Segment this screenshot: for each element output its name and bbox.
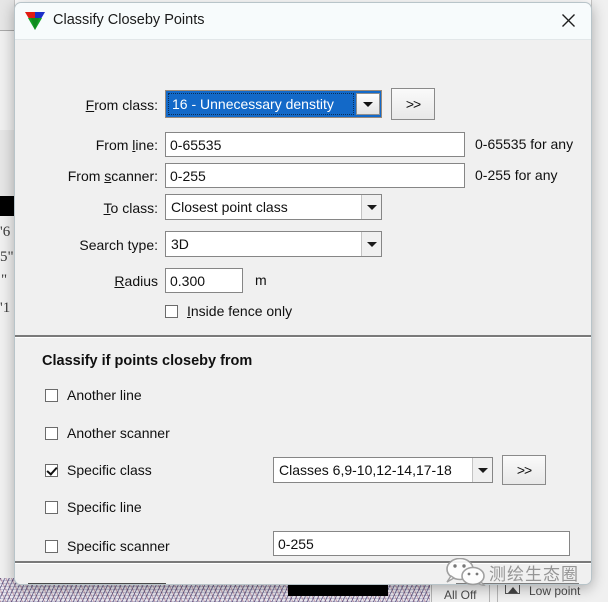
checkbox-box <box>45 539 58 553</box>
another-scanner-label: Another scanner <box>67 425 170 441</box>
from-class-combo[interactable]: 16 - Unnecessary denstity <box>165 90 382 118</box>
specific-line-checkbox[interactable]: Specific line <box>45 499 142 515</box>
inside-fence-only-checkbox[interactable]: Inside fence only <box>165 303 292 319</box>
specific-class-combo[interactable]: Classes 6,9-10,12-14,17-18 <box>273 457 493 483</box>
search-type-value: 3D <box>171 236 189 252</box>
background-dark-chip <box>0 196 14 216</box>
specific-class-checkbox[interactable]: Specific class <box>45 462 152 478</box>
checkbox-box <box>45 426 58 440</box>
terrasolid-triangle-icon <box>24 11 46 31</box>
background-right-panel <box>591 0 608 578</box>
from-line-input[interactable]: 0-65535 <box>165 132 465 157</box>
another-scanner-checkbox[interactable]: Another scanner <box>45 425 170 441</box>
chevron-down-icon[interactable] <box>472 458 492 482</box>
dialog-body: From class: 16 - Unnecessary denstity >>… <box>15 40 591 584</box>
specific-scanner-input[interactable]: 0-255 <box>273 531 570 556</box>
chevron-down-icon[interactable] <box>361 232 381 256</box>
another-line-checkbox[interactable]: Another line <box>45 387 142 403</box>
ok-button[interactable]: OK <box>28 583 166 584</box>
specific-scanner-checkbox[interactable]: Specific scanner <box>45 538 170 554</box>
background-text-fragment: " <box>1 272 8 288</box>
from-class-value: 16 - Unnecessary denstity <box>167 92 355 116</box>
specific-class-expand-button[interactable]: >> <box>502 455 546 485</box>
background-left-tile <box>0 174 14 197</box>
background-text-fragment: '1 <box>0 300 11 316</box>
background-left-panel <box>0 0 15 578</box>
classify-closeby-points-dialog: Classify Closeby Points From class: 16 -… <box>14 2 592 585</box>
cancel-button[interactable]: Cancel <box>456 583 579 584</box>
checkbox-box <box>165 304 178 318</box>
close-icon[interactable] <box>545 3 591 38</box>
specific-class-label: Specific class <box>67 462 152 478</box>
to-class-combo[interactable]: Closest point class <box>165 194 382 220</box>
checkbox-box <box>45 388 58 402</box>
chevron-down-icon[interactable] <box>356 93 380 115</box>
background-left-tile <box>0 152 14 175</box>
inside-fence-only-label: Inside fence only <box>187 303 293 319</box>
chevron-down-icon[interactable] <box>361 195 381 219</box>
background-left-tile <box>0 0 14 31</box>
another-line-label: Another line <box>67 387 142 403</box>
dialog-title: Classify Closeby Points <box>53 12 205 28</box>
radius-input[interactable]: 0.300 <box>165 268 243 293</box>
to-class-label: To class: <box>103 200 158 216</box>
search-type-label: Search type: <box>79 237 158 253</box>
background-text-fragment: '6 <box>0 224 11 240</box>
closeby-section-heading: Classify if points closeby from <box>42 353 253 369</box>
section-separator-highlight <box>15 337 591 338</box>
radius-label: Radius <box>114 273 158 289</box>
to-class-value: Closest point class <box>171 199 288 215</box>
from-scanner-label: From scanner: <box>67 168 158 184</box>
specific-scanner-label: Specific scanner <box>67 538 170 554</box>
footer-separator-highlight <box>15 563 591 564</box>
from-scanner-hint: 0-255 for any <box>475 167 558 183</box>
from-class-label: From class: <box>85 97 158 113</box>
from-scanner-input[interactable]: 0-255 <box>165 163 465 188</box>
all-off-button[interactable]: All Off <box>444 588 476 602</box>
checkbox-box <box>45 500 58 514</box>
background-left-tile <box>0 130 14 153</box>
checkbox-box <box>45 463 58 477</box>
dialog-titlebar[interactable]: Classify Closeby Points <box>15 3 591 40</box>
specific-class-value: Classes 6,9-10,12-14,17-18 <box>279 462 452 478</box>
radius-unit-label: m <box>255 272 267 288</box>
low-point-button[interactable]: Low point <box>529 584 580 598</box>
from-line-hint: 0-65535 for any <box>475 136 574 152</box>
search-type-combo[interactable]: 3D <box>165 231 382 257</box>
from-class-expand-button[interactable]: >> <box>391 88 435 120</box>
from-line-label: From line: <box>95 137 158 153</box>
background-text-fragment: 5" <box>0 249 14 265</box>
specific-line-label: Specific line <box>67 499 142 515</box>
